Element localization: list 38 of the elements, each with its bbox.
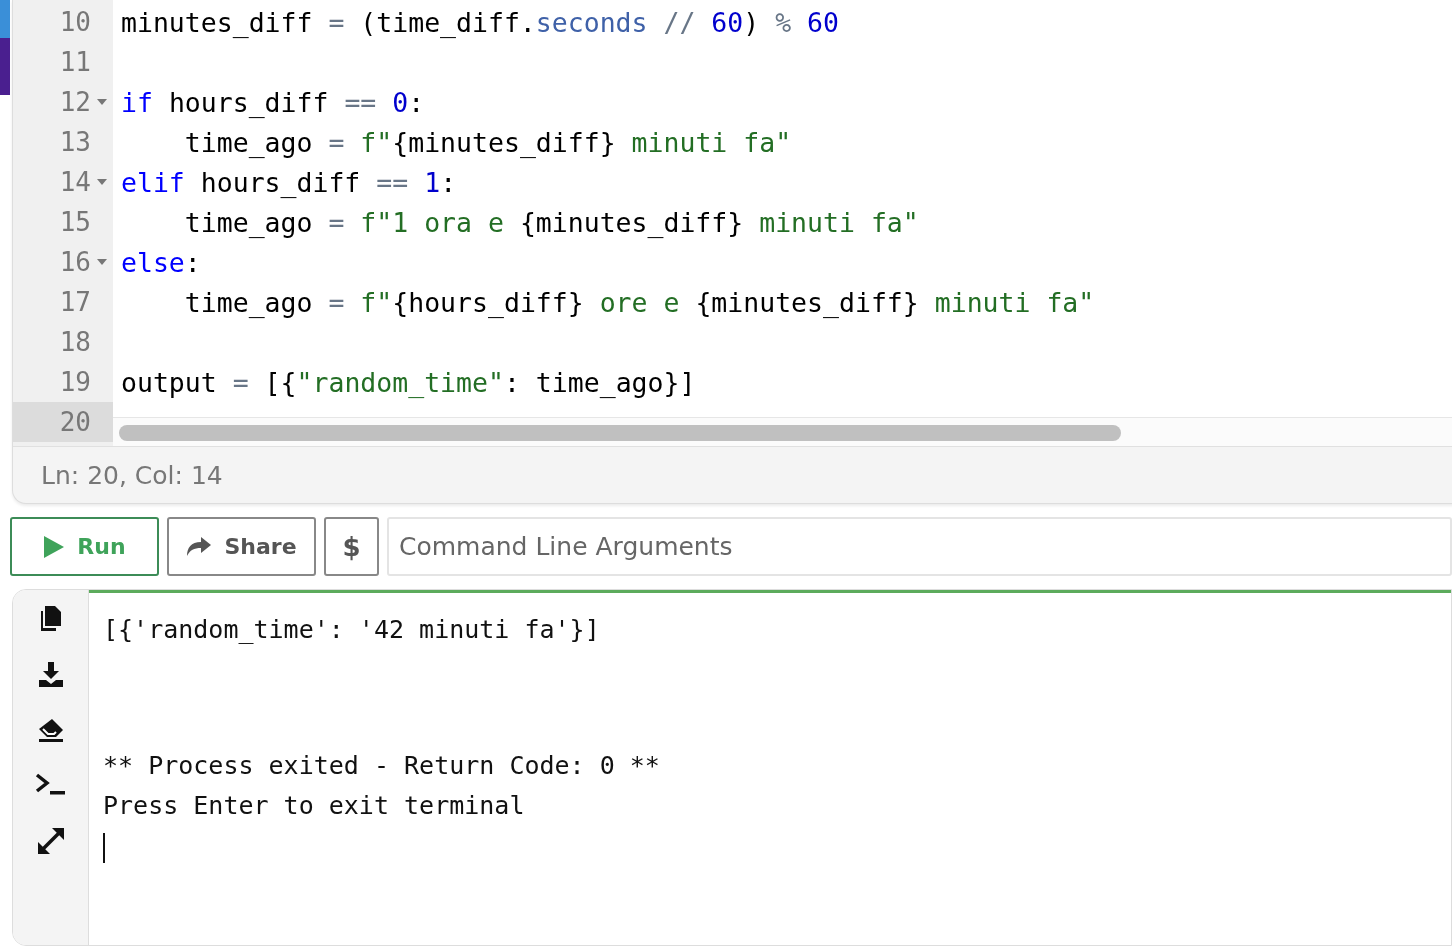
line-number: 11 bbox=[59, 47, 91, 77]
terminal-output[interactable]: [{'random_time': '42 minuti fa'}] ** Process exited - Return Code: 0 ** Press Enter to exit terminal bbox=[89, 590, 1451, 945]
expand-icon[interactable] bbox=[35, 826, 66, 856]
share-arrow-icon bbox=[186, 536, 213, 557]
code-line: elif hours_diff == 1: bbox=[121, 166, 457, 198]
line-number: 10 bbox=[59, 7, 91, 37]
line-number: 12 bbox=[59, 87, 91, 117]
line-number: 18 bbox=[59, 327, 91, 357]
line-number: 17 bbox=[59, 287, 91, 317]
copy-icon[interactable] bbox=[38, 606, 63, 632]
cursor-position: Ln: 20, Col: 14 bbox=[41, 460, 223, 490]
terminal-line: ** Process exited - Return Code: 0 ** bbox=[103, 751, 661, 782]
line-number: 20 bbox=[59, 407, 91, 437]
line-number: 16 bbox=[59, 247, 91, 277]
fold-caret-icon[interactable] bbox=[97, 259, 107, 265]
terminal-line: Press Enter to exit terminal bbox=[103, 791, 526, 822]
fold-caret-icon[interactable] bbox=[97, 99, 107, 105]
code-line: time_ago = f"{minutes_diff} minuti fa" bbox=[183, 126, 792, 158]
share-button[interactable]: Share bbox=[167, 517, 316, 576]
line-number: 13 bbox=[59, 127, 91, 157]
line-number: 14 bbox=[59, 167, 91, 197]
code-line: output = [{"random_time": time_ago}] bbox=[121, 366, 696, 398]
download-icon[interactable] bbox=[37, 662, 64, 688]
play-icon bbox=[43, 534, 66, 559]
line-number: 15 bbox=[59, 207, 91, 237]
code-line: time_ago = f"1 ora e {minutes_diff} minuti fa" bbox=[183, 206, 919, 238]
code-line: if hours_diff == 0: bbox=[121, 86, 425, 118]
code-line: else: bbox=[121, 246, 201, 278]
dollar-button[interactable]: $ bbox=[324, 517, 379, 576]
eraser-icon[interactable] bbox=[37, 718, 64, 742]
line-number: 19 bbox=[59, 367, 91, 397]
arguments-field[interactable]: Command Line Arguments bbox=[387, 517, 1452, 576]
code-line: minutes_diff = (time_diff.seconds // 60) % 60 bbox=[121, 6, 840, 38]
terminal-line: [{'random_time': '42 minuti fa'}] bbox=[103, 615, 601, 646]
code-line: time_ago = f"{hours_diff} ore e {minutes_diff} minuti fa" bbox=[183, 286, 1095, 318]
fold-caret-icon[interactable] bbox=[97, 179, 107, 185]
horizontal-scrollbar[interactable] bbox=[119, 425, 1121, 441]
terminal-icon[interactable] bbox=[34, 772, 67, 796]
